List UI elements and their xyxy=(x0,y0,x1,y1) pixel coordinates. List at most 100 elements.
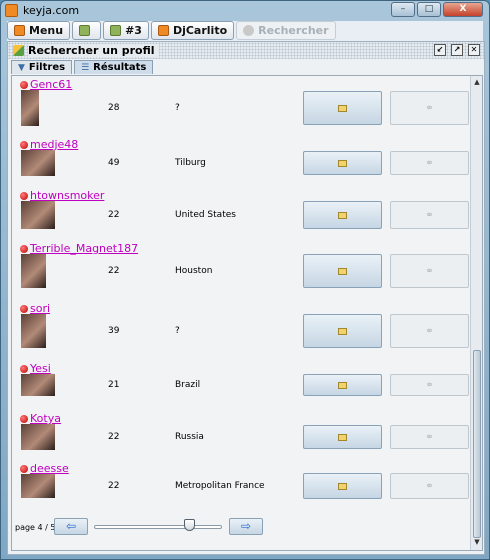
frame-title-bar: Rechercher un profil ↙ ↗ ✕ xyxy=(8,42,484,59)
add-friend-icon: ⚭ xyxy=(425,431,434,443)
tab-filters-label: Filtres xyxy=(28,62,66,73)
status-offline-icon xyxy=(20,244,28,253)
add-friend-button[interactable]: ⚭ xyxy=(390,425,469,449)
profile-card-icon xyxy=(338,433,347,441)
frame-restore-button[interactable]: ↙ xyxy=(434,44,446,56)
age-value: 49 xyxy=(108,158,120,168)
frame-detach-button[interactable]: ↗ xyxy=(451,44,463,56)
username-label: Terrible_Magnet187 xyxy=(30,242,139,255)
user-label: DjCarlito xyxy=(172,24,228,37)
arrow-right-icon: ⇨ xyxy=(240,519,252,533)
view-profile-button[interactable] xyxy=(303,374,382,396)
menu-button[interactable]: Menu xyxy=(7,21,71,40)
result-row: Kotya 22 Russia ⚭ xyxy=(12,412,469,454)
view-profile-button[interactable] xyxy=(303,151,382,175)
city-value: Houston xyxy=(175,266,213,276)
age-value: 22 xyxy=(108,266,120,276)
search-people-icon xyxy=(243,25,255,36)
result-row: Yesi 21 Brazil ⚭ xyxy=(12,362,469,400)
status-offline-icon xyxy=(20,140,28,149)
add-friend-icon: ⚭ xyxy=(425,157,434,169)
profile-photo[interactable] xyxy=(21,474,55,498)
view-profile-button[interactable] xyxy=(303,425,382,449)
add-friend-button[interactable]: ⚭ xyxy=(390,374,469,396)
menu-label: Menu xyxy=(29,24,64,37)
add-friend-button[interactable]: ⚭ xyxy=(390,201,469,229)
profile-card-icon xyxy=(338,104,347,112)
frame-controls: ↙ ↗ ✕ xyxy=(434,44,480,56)
age-value: 22 xyxy=(108,210,120,220)
tab-3-button[interactable]: #3 xyxy=(103,21,149,40)
add-friend-button[interactable]: ⚭ xyxy=(390,314,469,348)
profile-card-icon xyxy=(338,381,347,389)
result-row: deesse 22 Metropolitan France ⚭ xyxy=(12,462,469,502)
view-profile-button[interactable] xyxy=(303,314,382,348)
add-friend-icon: ⚭ xyxy=(425,265,434,277)
profile-photo[interactable] xyxy=(21,254,46,288)
frame-close-button[interactable]: ✕ xyxy=(468,44,480,56)
profile-card-icon xyxy=(338,267,347,275)
tab-results[interactable]: ☰ Résultats xyxy=(74,60,154,74)
window-controls: – □ X xyxy=(391,2,483,17)
view-profile-button[interactable] xyxy=(303,201,382,229)
city-value: ? xyxy=(175,103,180,113)
user-card-icon xyxy=(157,25,169,36)
page-indicator: page 4 / 5 xyxy=(15,523,56,532)
close-window-button[interactable]: X xyxy=(443,2,483,17)
profile-card-icon xyxy=(338,211,347,219)
profile-card-icon xyxy=(338,482,347,490)
profile-card-icon xyxy=(338,327,347,335)
next-page-button[interactable]: ⇨ xyxy=(229,518,263,535)
search-label: Rechercher xyxy=(258,24,329,37)
add-friend-button[interactable]: ⚭ xyxy=(390,91,469,125)
profile-photo[interactable] xyxy=(21,201,55,229)
age-value: 39 xyxy=(108,326,120,336)
add-friend-icon: ⚭ xyxy=(425,209,434,221)
tree-button[interactable] xyxy=(72,21,102,40)
status-offline-icon xyxy=(20,414,28,423)
profile-photo[interactable] xyxy=(21,314,46,348)
profile-photo[interactable] xyxy=(21,150,55,176)
city-value: United States xyxy=(175,210,236,220)
view-profile-button[interactable] xyxy=(303,473,382,499)
vertical-scrollbar[interactable]: ▲ ▼ xyxy=(470,76,482,550)
city-value: Russia xyxy=(175,432,204,442)
search-button[interactable]: Rechercher xyxy=(236,21,336,40)
view-profile-button[interactable] xyxy=(303,254,382,288)
city-value: Brazil xyxy=(175,380,201,390)
page-slider-knob[interactable] xyxy=(184,519,195,531)
profile-photo[interactable] xyxy=(21,374,55,396)
window-title: keyja.com xyxy=(23,4,80,17)
add-friend-button[interactable]: ⚭ xyxy=(390,473,469,499)
tab-filters[interactable]: ▼ Filtres xyxy=(11,60,73,74)
status-offline-icon xyxy=(20,80,28,89)
tab-results-label: Résultats xyxy=(93,62,147,73)
app-logo-icon xyxy=(5,4,18,17)
tab-strip: ▼ Filtres ☰ Résultats xyxy=(11,60,154,75)
maximize-button[interactable]: □ xyxy=(417,2,441,17)
search-frame: Rechercher un profil ↙ ↗ ✕ ▼ Filtres ☰ R… xyxy=(7,41,485,555)
profile-card-icon xyxy=(338,159,347,167)
scroll-up-icon[interactable]: ▲ xyxy=(472,77,482,87)
scroll-down-icon[interactable]: ▼ xyxy=(472,537,482,547)
arrow-left-icon: ⇦ xyxy=(65,519,77,533)
page-slider-track[interactable] xyxy=(94,525,222,529)
result-row: medje48 49 Tilburg ⚭ xyxy=(12,138,469,180)
profile-photo[interactable] xyxy=(21,424,55,450)
title-bar: keyja.com – □ X xyxy=(1,1,489,20)
city-value: ? xyxy=(175,326,180,336)
tab-3-label: #3 xyxy=(125,24,142,37)
list-icon: ☰ xyxy=(81,62,90,73)
user-button[interactable]: DjCarlito xyxy=(150,21,235,40)
add-friend-button[interactable]: ⚭ xyxy=(390,151,469,175)
view-profile-button[interactable] xyxy=(303,91,382,125)
search-profile-icon xyxy=(13,45,24,56)
profile-photo[interactable] xyxy=(21,90,39,126)
result-row: sori 39? ⚭ xyxy=(12,302,469,352)
app-menu-icon xyxy=(14,25,25,36)
city-value: Tilburg xyxy=(175,158,206,168)
minimize-button[interactable]: – xyxy=(391,2,415,17)
scroll-thumb[interactable] xyxy=(473,350,481,538)
prev-page-button[interactable]: ⇦ xyxy=(54,518,88,535)
add-friend-button[interactable]: ⚭ xyxy=(390,254,469,288)
